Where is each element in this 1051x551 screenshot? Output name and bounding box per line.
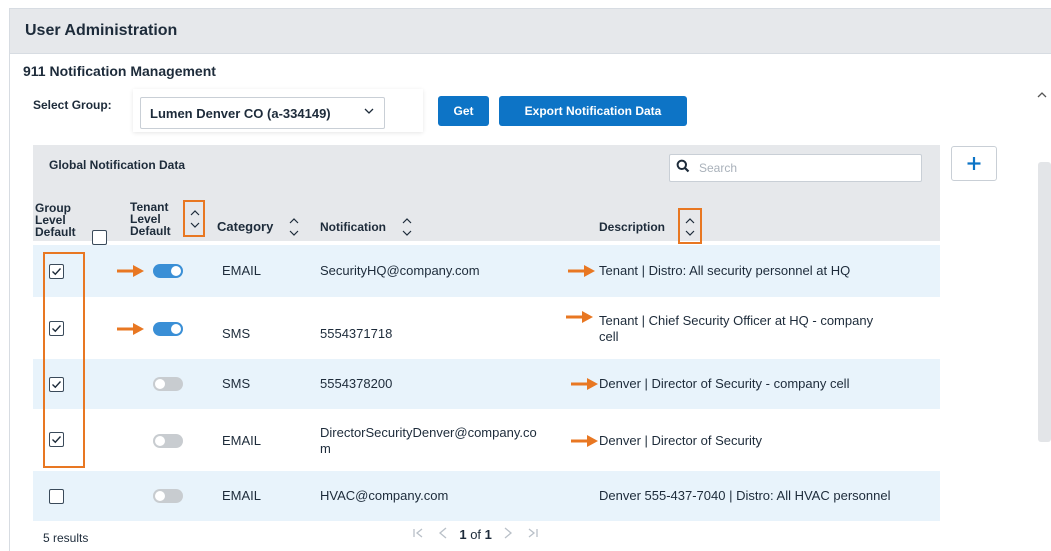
description-cell: Tenant | Chief Security Officer at HQ - … (599, 313, 873, 345)
search-icon (676, 159, 690, 173)
group-default-checkbox[interactable] (49, 489, 64, 504)
tenant-default-toggle[interactable] (153, 322, 183, 336)
page-of-label: of (470, 527, 482, 542)
tenant-default-toggle[interactable] (153, 434, 183, 448)
tenant-default-toggle[interactable] (153, 489, 183, 503)
category-cell: EMAIL (222, 488, 262, 503)
notification-table-panel: Global Notification Data Group Level Def… (33, 145, 940, 542)
notification-text: 5554378200 (320, 376, 393, 391)
plus-icon (967, 157, 981, 170)
table-row: SMS 5554378200 Denver | Director of Secu… (33, 359, 940, 409)
description-text: Denver | Director of Security (599, 433, 763, 448)
scroll-up-icon[interactable] (1037, 88, 1047, 102)
notification-header: Notification (320, 220, 386, 234)
page-title: User Administration (25, 22, 178, 39)
notification-text: HVAC@company.com (320, 488, 449, 503)
group-default-select-all-checkbox[interactable] (92, 230, 107, 245)
search-box (669, 154, 922, 182)
header-text: Default (130, 224, 171, 238)
description-cell: Tenant | Distro: All security personnel … (599, 263, 850, 279)
chevron-down-icon (363, 105, 375, 120)
page-header: User Administration (10, 9, 1051, 54)
description-text: Tenant | Chief Security Officer at HQ - … (599, 313, 874, 328)
category-header: Category (217, 219, 274, 234)
tenant-default-toggle[interactable] (153, 377, 183, 391)
description-text: Denver 555-437-7040 | Distro: All HVAC p… (599, 488, 891, 503)
notification-text: SecurityHQ@company.com (320, 263, 480, 278)
select-group-value: Lumen Denver CO (a-334149) (150, 106, 331, 121)
tenant-default-toggle[interactable] (153, 264, 183, 278)
arrow-right-icon (571, 378, 598, 390)
select-group-container: Lumen Denver CO (a-334149) (133, 89, 423, 132)
export-notification-data-button[interactable]: Export Notification Data (499, 96, 687, 126)
notification-cell: DirectorSecurityDenver@company.co m (320, 425, 537, 457)
panel-title: Global Notification Data (49, 158, 186, 172)
current-page: 1 (459, 527, 467, 542)
select-group-dropdown[interactable]: Lumen Denver CO (a-334149) (140, 97, 385, 129)
select-group-label: Select Group: (33, 98, 112, 112)
sort-highlight-box (183, 200, 205, 237)
first-page-icon[interactable] (412, 527, 428, 542)
sort-icon[interactable] (401, 216, 413, 238)
tenant-level-default-header: Tenant Level Default (130, 201, 171, 237)
category-cell: SMS (222, 376, 251, 391)
checkbox-highlight-box (43, 252, 85, 468)
next-page-icon[interactable] (503, 527, 517, 542)
arrow-right-icon (566, 311, 593, 323)
arrow-right-icon (571, 435, 598, 447)
notification-text: m (320, 441, 331, 456)
notification-text: 5554371718 (320, 326, 393, 341)
pagination: 1 of 1 (412, 527, 539, 542)
table-row: EMAIL SecurityHQ@company.com Tenant | Di… (33, 245, 940, 297)
add-notification-button[interactable] (951, 146, 997, 181)
table-row: EMAIL HVAC@company.com Denver 555-437-70… (33, 471, 940, 521)
description-cell: Denver 555-437-7040 | Distro: All HVAC p… (599, 488, 890, 504)
prev-page-icon[interactable] (438, 527, 452, 542)
notification-text: DirectorSecurityDenver@company.co (320, 425, 537, 440)
total-pages: 1 (484, 527, 492, 542)
notification-cell: HVAC@company.com (320, 488, 448, 504)
group-level-default-header: Group Level Default (35, 202, 76, 238)
panel-header: Global Notification Data (33, 145, 940, 194)
notification-cell: SecurityHQ@company.com (320, 263, 480, 279)
results-count: 5 results (43, 531, 89, 545)
description-header: Description (599, 220, 666, 234)
search-input[interactable] (697, 158, 911, 178)
arrow-right-icon (568, 265, 595, 277)
scrollbar[interactable] (1038, 162, 1051, 442)
table-row: EMAIL DirectorSecurityDenver@company.co … (33, 409, 940, 471)
description-text: cell (599, 329, 619, 344)
category-cell: EMAIL (222, 433, 262, 448)
notification-cell: 5554371718 (320, 326, 392, 342)
header-text: Default (35, 225, 76, 239)
last-page-icon[interactable] (527, 527, 539, 542)
arrow-right-icon (117, 323, 144, 335)
category-cell: SMS (222, 326, 251, 341)
sort-highlight-box (678, 208, 702, 244)
section-title: 911 Notification Management (23, 63, 216, 79)
category-cell: EMAIL (222, 263, 262, 278)
description-cell: Denver | Director of Security (599, 433, 762, 449)
get-button[interactable]: Get (438, 96, 489, 126)
table-header-row: Group Level Default Tenant Level Default… (33, 194, 940, 245)
arrow-right-icon (117, 265, 144, 277)
description-text: Denver | Director of Security - company … (599, 376, 850, 391)
description-cell: Denver | Director of Security - company … (599, 376, 849, 392)
description-text: Tenant | Distro: All security personnel … (599, 263, 851, 278)
table-row: SMS 5554371718 Tenant | Chief Security O… (33, 297, 940, 359)
notification-cell: 5554378200 (320, 376, 392, 392)
sort-icon[interactable] (288, 216, 300, 238)
